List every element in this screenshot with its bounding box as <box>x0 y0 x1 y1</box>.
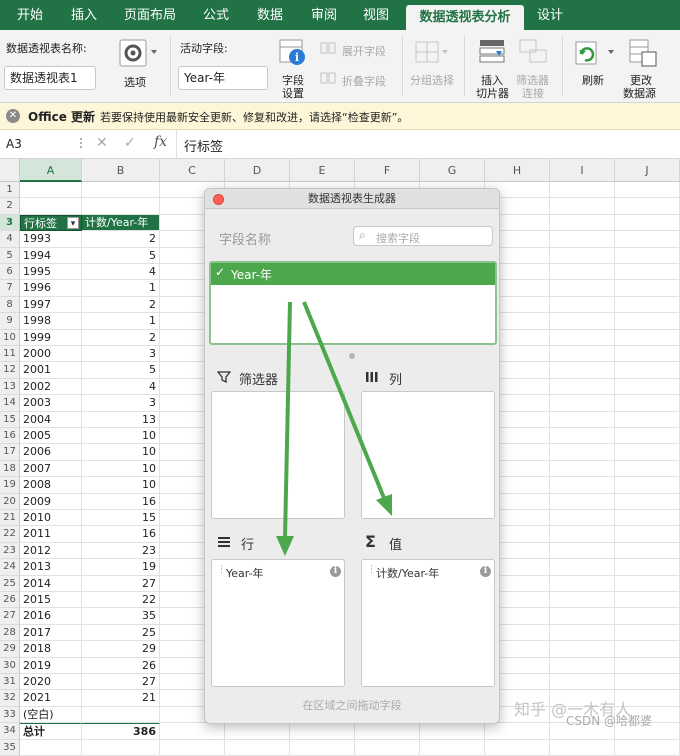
annotation-arrows <box>276 301 392 556</box>
cell[interactable] <box>420 739 485 756</box>
cell[interactable] <box>355 739 420 756</box>
watermark-csdn: CSDN @哈都婆 <box>566 714 653 728</box>
cell[interactable] <box>82 739 160 756</box>
arrowhead-values <box>376 494 392 516</box>
cell[interactable] <box>290 739 355 756</box>
cell[interactable] <box>485 739 550 756</box>
arrow-to-values <box>302 301 386 499</box>
cell[interactable] <box>20 739 82 756</box>
cell[interactable] <box>160 739 225 756</box>
arrow-to-rows <box>283 301 292 539</box>
arrowhead-rows <box>276 536 294 556</box>
cell[interactable] <box>225 739 290 756</box>
cell[interactable] <box>550 739 615 756</box>
cell[interactable] <box>615 739 680 756</box>
row-header[interactable]: 35 <box>0 739 20 756</box>
